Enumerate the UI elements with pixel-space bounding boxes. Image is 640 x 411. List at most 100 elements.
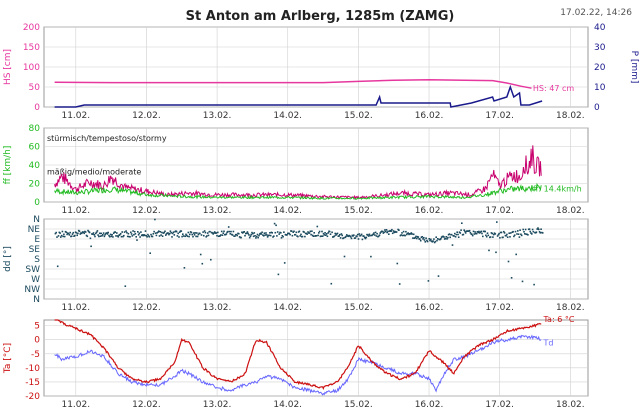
chart-canvas: 11.02. 12.02. 13.02. 14.02. 15.02. 16.02. 17.0… [3,23,639,410]
direction-point [164,230,166,233]
direction-point [391,232,394,235]
direction-point [160,234,162,236]
direction-point [539,232,542,234]
direction-point [260,233,263,235]
direction-point [155,234,158,237]
direction-point [375,235,378,237]
direction-point [541,232,544,234]
direction-point [293,230,295,233]
direction-point [325,233,328,235]
direction-point [327,232,329,234]
direction-point [109,233,112,236]
direction-point [206,235,208,237]
direction-point [295,231,298,234]
direction-point [402,230,405,233]
direction-point [65,231,68,234]
x-tick-label: 18.02. [556,206,585,216]
direction-point [94,235,96,238]
direction-point [216,234,218,237]
direction-point [343,255,346,258]
direction-point [461,222,463,224]
direction-point [373,232,375,234]
direction-point [232,230,235,233]
direction-point [448,233,451,235]
y-right-tick-label: 20 [594,63,606,73]
direction-point [538,228,540,231]
direction-point [153,230,155,233]
direction-point [276,235,278,237]
direction-point [528,228,531,230]
y-tick-label: NW [24,285,40,295]
direction-point [263,232,266,234]
direction-point [290,230,293,232]
direction-point [268,234,270,237]
direction-point [234,235,236,237]
direction-point [358,233,361,235]
direction-point [329,233,332,235]
x-tick-label: 15.02. [344,206,373,216]
y-axis-label: dd [°] [3,246,13,272]
direction-point [468,229,471,232]
direction-point [269,232,271,234]
direction-point [361,238,364,241]
direction-point [172,231,175,233]
direction-point [196,232,198,234]
direction-point [459,232,462,234]
direction-point [415,235,417,238]
x-tick-label: 16.02. [415,400,444,410]
direction-point [517,233,520,235]
direction-point [423,236,425,239]
direction-point [402,234,404,237]
direction-point [137,234,140,236]
direction-point [478,230,480,233]
direction-point [199,232,201,235]
direction-point [524,233,526,235]
direction-point [102,234,104,236]
direction-point [419,238,421,240]
direction-point [487,234,490,237]
direction-point [388,233,390,235]
direction-point [333,235,336,237]
direction-point [167,232,169,234]
direction-point [169,230,172,232]
direction-point [445,236,448,238]
direction-point [97,234,99,236]
x-tick-label: 17.02. [485,206,514,216]
direction-point [220,230,223,233]
direction-point [282,235,284,238]
direction-point [204,231,207,234]
y-tick-label: -10 [25,364,40,374]
direction-point [125,230,127,232]
direction-point [485,234,487,237]
y-tick-label: 100 [23,63,40,73]
direction-point [96,230,99,232]
direction-point [339,233,341,236]
direction-point [312,235,315,237]
direction-point [220,234,222,236]
direction-point [170,231,172,234]
direction-point [421,236,423,238]
direction-point [192,232,195,234]
x-tick-label: 12.02. [132,206,161,216]
x-tick-label: 11.02. [61,400,90,410]
direction-point [304,235,306,238]
direction-point [195,235,197,238]
direction-point [138,232,141,235]
y-tick-label: E [34,235,40,245]
direction-point [184,235,186,238]
direction-point [529,230,531,233]
direction-point [392,230,395,232]
direction-point [385,229,388,231]
x-tick-label: 13.02. [203,303,232,313]
direction-point [473,233,476,235]
direction-point [291,234,294,237]
direction-point [463,229,465,231]
direction-point [481,232,483,235]
direction-point [240,236,242,239]
direction-point [363,235,365,237]
direction-point [193,234,196,236]
direction-point [523,231,525,233]
y-tick-label: 20 [29,180,41,190]
direction-point [506,236,509,238]
direction-point [318,232,320,234]
